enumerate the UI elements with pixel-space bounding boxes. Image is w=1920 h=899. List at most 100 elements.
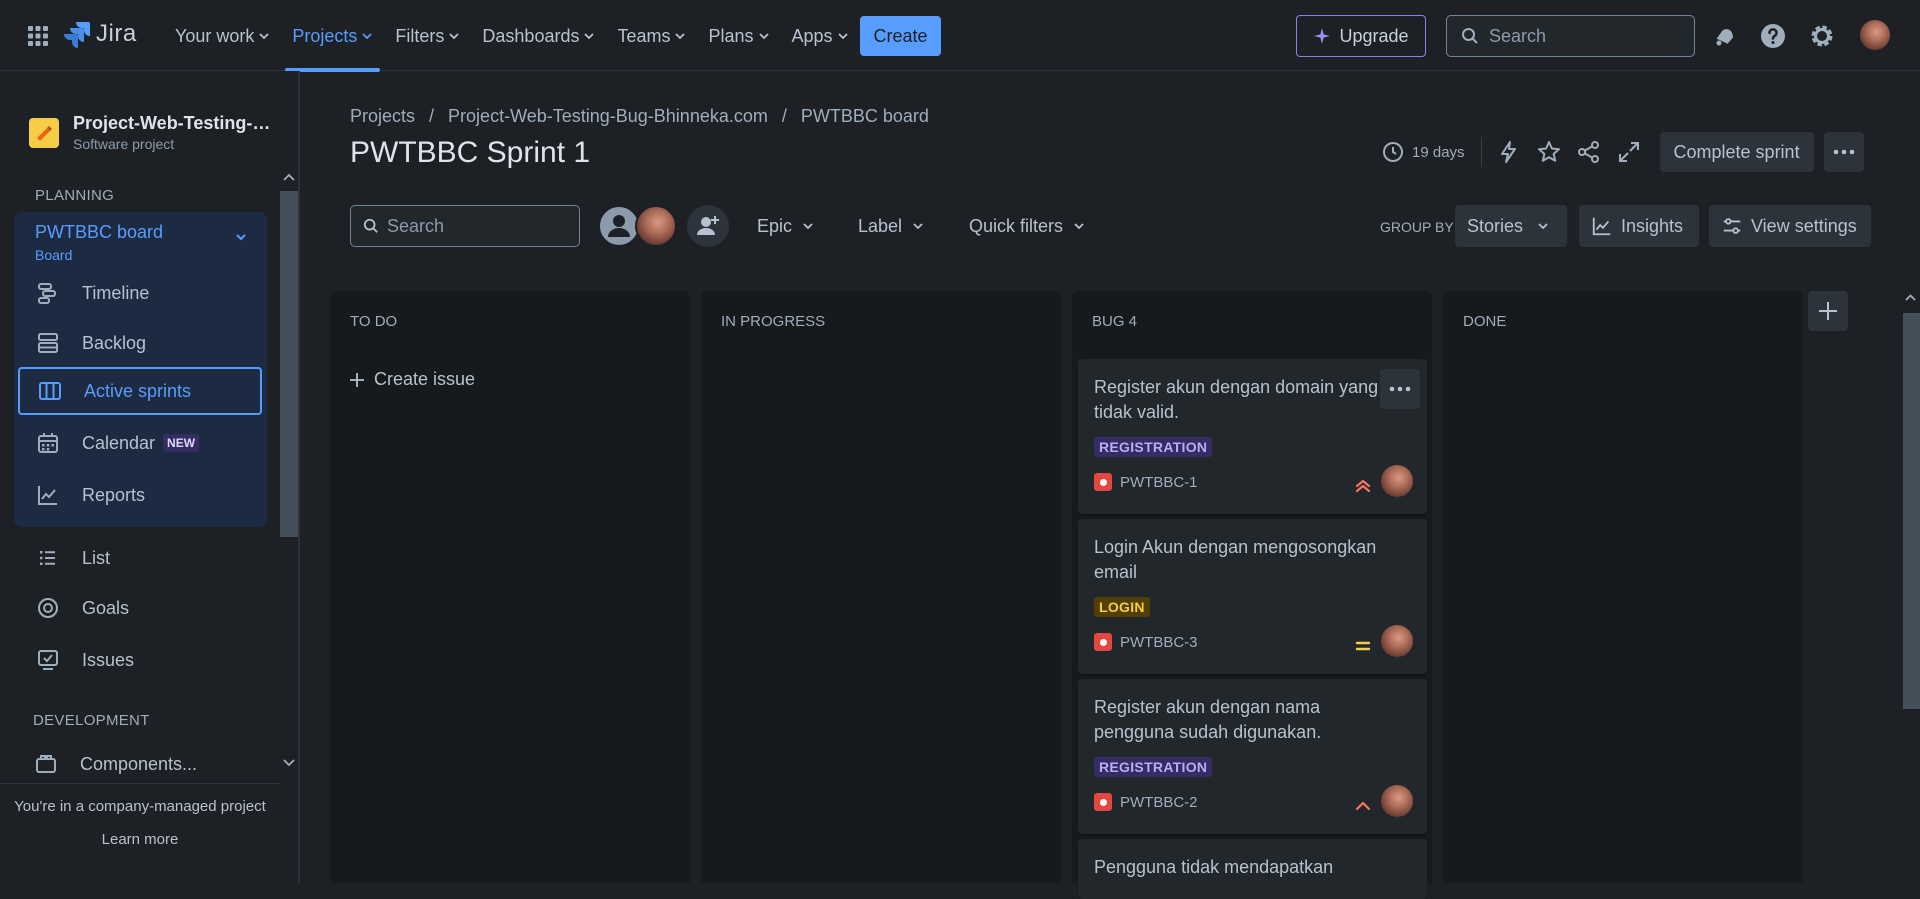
profile-avatar[interactable] [1860,20,1890,50]
sprint-days-remaining[interactable]: 19 days [1382,141,1465,163]
notifications-icon[interactable] [1710,22,1738,50]
user-avatar-filter[interactable] [635,205,677,247]
scroll-down-icon[interactable] [280,755,298,769]
nav-plans[interactable]: Plans [697,16,780,56]
create-button[interactable]: Create [860,16,941,56]
sidebar-item-timeline[interactable]: Timeline [14,270,267,316]
issue-card[interactable]: Pengguna tidak mendapatkan [1078,839,1427,899]
quick-filters-dropdown[interactable]: Quick filters [969,205,1085,247]
nav-projects[interactable]: Projects [281,16,384,72]
column-title: TO DO [350,313,398,330]
bug-icon [1094,633,1112,651]
board-type: Board [35,247,73,263]
view-settings-button[interactable]: View settings [1709,205,1871,247]
sidebar-item-active-sprints[interactable]: Active sprints [18,367,262,415]
complete-sprint-button[interactable]: Complete sprint [1659,132,1814,172]
days-remaining-text: 19 days [1412,143,1465,161]
add-column-button[interactable] [1808,291,1848,331]
issue-card[interactable]: Register akun dengan domain yang tidak v… [1078,359,1427,514]
app-switcher-icon[interactable] [26,24,50,48]
project-header[interactable]: Project-Web-Testing-Bug-Bhinneka.com Sof… [29,113,278,152]
sidebar-scroll-thumb[interactable] [280,191,298,537]
share-icon[interactable] [1576,139,1602,165]
priority-high-icon [1355,801,1371,811]
sliders-icon [1723,218,1741,234]
help-icon[interactable] [1759,22,1787,50]
sidebar-item-list[interactable]: List [14,535,267,581]
sidebar-item-components[interactable]: Components... [12,741,265,787]
page-title: PWTBBC Sprint 1 [350,136,591,169]
global-search-input[interactable] [1489,25,1679,47]
epic-filter-dropdown[interactable]: Epic [757,205,814,247]
insights-button[interactable]: Insights [1579,205,1699,247]
issue-key[interactable]: PWTBBC-3 [1094,633,1198,651]
view-settings-label: View settings [1751,215,1857,236]
board-scroll-thumb[interactable] [1903,313,1920,709]
development-heading: DEVELOPMENT [33,712,150,729]
scroll-up-icon[interactable] [1901,291,1920,305]
assignee-avatar[interactable] [1381,625,1413,657]
assignee-avatar[interactable] [1381,465,1413,497]
chevron-down-icon [1074,223,1084,230]
breadcrumb-projects[interactable]: Projects [350,106,415,127]
board-column-done: DONE [1443,291,1803,883]
group-by-dropdown[interactable]: Stories [1455,205,1567,247]
upgrade-button[interactable]: Upgrade [1296,15,1426,57]
breadcrumb-board[interactable]: PWTBBC board [801,106,929,127]
unassigned-avatar-filter[interactable] [598,205,640,247]
sidebar-item-calendar[interactable]: Calendar NEW [14,420,267,466]
sidebar-scrollbar[interactable] [280,171,298,771]
timeline-icon [38,283,56,304]
board-column-todo: TO DO Create issue [330,291,690,883]
issue-summary: Register akun dengan domain yang tidak v… [1094,377,1379,422]
issue-card[interactable]: Register akun dengan nama pengguna sudah… [1078,679,1427,834]
project-avatar-icon [29,117,59,148]
nav-teams[interactable]: Teams [606,16,697,56]
group-by-label: GROUP BY [1380,219,1454,235]
board-search-input[interactable] [387,215,567,237]
project-name: Project-Web-Testing-Bug-Bhinneka.com [73,113,278,133]
calendar-icon [38,433,58,453]
nav-label: Dashboards [482,25,580,46]
nav-filters[interactable]: Filters [384,16,471,56]
issue-key[interactable]: PWTBBC-1 [1094,473,1198,491]
issue-key[interactable]: PWTBBC-2 [1094,793,1198,811]
jira-logo[interactable]: Jira [64,20,137,48]
sidebar-item-reports[interactable]: Reports [14,472,267,518]
sparkle-icon [1314,28,1331,44]
more-actions-button[interactable] [1823,132,1864,172]
sidebar-item-issues[interactable]: Issues [14,637,267,683]
board-scrollbar[interactable] [1901,291,1920,883]
scroll-up-icon[interactable] [280,171,298,185]
assignee-avatar[interactable] [1381,785,1413,817]
priority-medium-icon [1355,641,1371,651]
create-issue-button[interactable]: Create issue [348,369,475,390]
sidebar-item-goals[interactable]: Goals [14,585,267,631]
jira-logo-text: Jira [96,20,137,47]
sidebar-item-label: Components... [80,753,198,774]
board-columns-icon [39,382,61,400]
nav-dashboards[interactable]: Dashboards [471,16,606,56]
chevron-down-icon[interactable] [234,230,248,244]
settings-gear-icon[interactable] [1808,22,1836,50]
bug-icon [1094,473,1112,491]
automation-lightning-icon[interactable] [1496,139,1522,165]
goals-icon [38,598,58,618]
nav-your-work[interactable]: Your work [164,16,281,56]
label-filter-dropdown[interactable]: Label [858,205,924,247]
board-name[interactable]: PWTBBC board [35,222,163,243]
nav-apps[interactable]: Apps [781,16,860,56]
chevron-down-icon [362,33,373,40]
nav-label: Projects [292,25,358,46]
expand-fullscreen-icon[interactable] [1616,139,1642,165]
sidebar-item-backlog[interactable]: Backlog [14,320,267,366]
issue-card[interactable]: Login Akun dengan mengosongkan email LOG… [1078,519,1427,674]
learn-more-link[interactable]: Learn more [0,831,280,848]
nav-label: Apps [791,25,833,46]
board-search[interactable] [350,205,580,247]
global-search[interactable] [1446,15,1695,57]
breadcrumb-project[interactable]: Project-Web-Testing-Bug-Bhinneka.com [448,106,768,127]
card-more-button[interactable] [1380,369,1420,409]
star-icon[interactable] [1536,139,1562,165]
add-people-button[interactable] [687,205,729,247]
